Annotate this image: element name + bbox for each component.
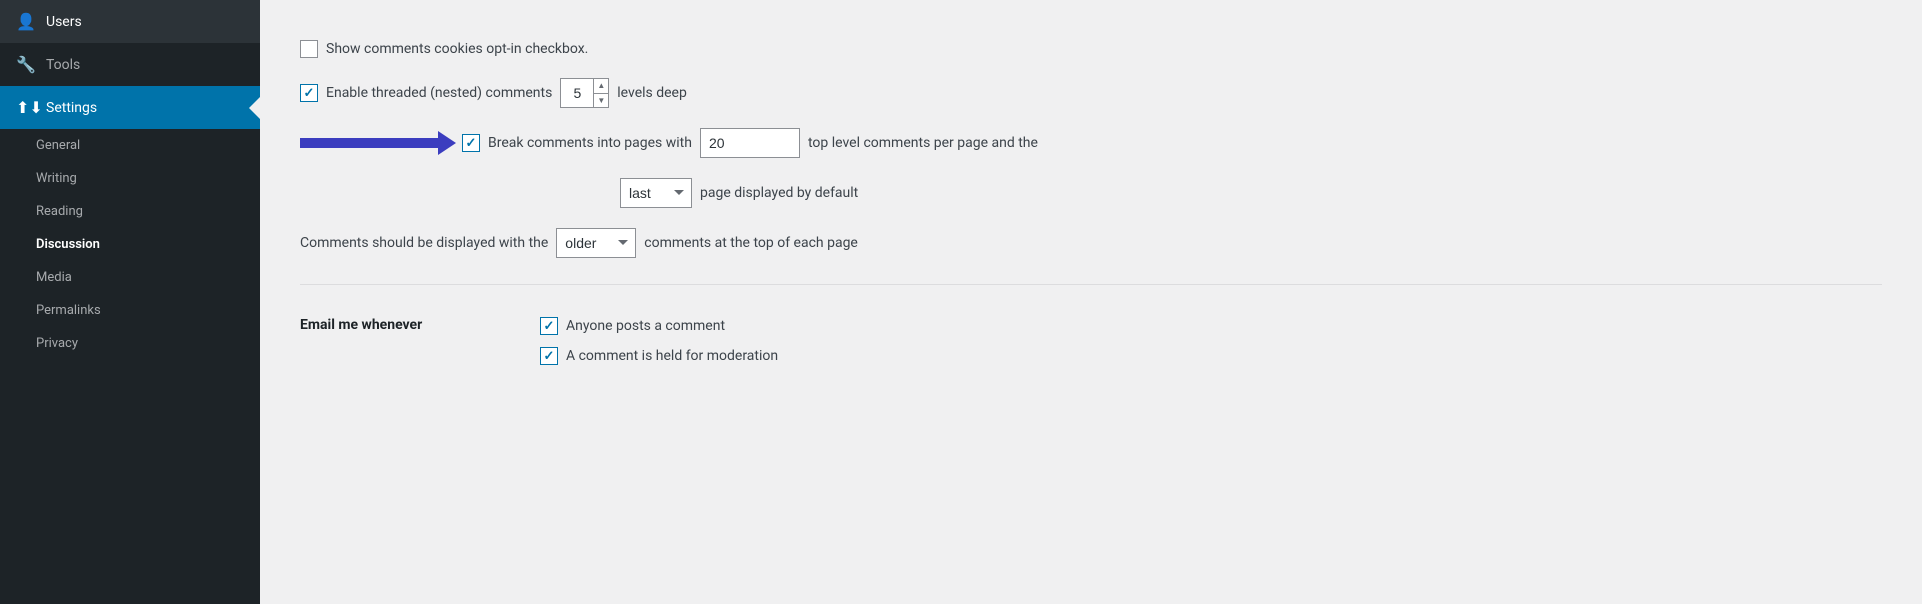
show-comments-cookies-checkbox[interactable] [300, 40, 318, 58]
email-section-items: Anyone posts a comment A comment is held… [540, 317, 778, 365]
held-moderation-checkbox[interactable] [540, 347, 558, 365]
email-section: Email me whenever Anyone posts a comment… [300, 301, 1882, 381]
spinner-arrows: ▲ ▼ [593, 79, 608, 107]
settings-icon: ⬆⬇ [16, 98, 36, 117]
comments-display-label-before: Comments should be displayed with the [300, 235, 548, 251]
sidebar-item-label: Users [46, 14, 82, 30]
sidebar-item-settings[interactable]: ⬆⬇ Settings [0, 86, 260, 129]
sidebar-item-tools[interactable]: 🔧 Tools [0, 43, 260, 86]
row-page-default: last first page displayed by default [300, 168, 1882, 218]
submenu-item-media[interactable]: Media [0, 261, 260, 294]
page-default-select[interactable]: last first [621, 179, 691, 207]
settings-section: Show comments cookies opt-in checkbox. E… [300, 30, 1882, 381]
spinner-up-arrow[interactable]: ▲ [594, 79, 608, 94]
break-comments-input[interactable] [700, 128, 800, 158]
row-break-comments: Break comments into pages with top level… [300, 118, 1882, 168]
submenu-item-writing[interactable]: Writing [0, 162, 260, 195]
show-comments-cookies-label: Show comments cookies opt-in checkbox. [326, 41, 588, 57]
submenu-item-discussion[interactable]: Discussion [0, 228, 260, 261]
comments-display-label-after: comments at the top of each page [644, 235, 858, 251]
main-content: Show comments cookies opt-in checkbox. E… [260, 0, 1922, 604]
sidebar: 👤 Users 🔧 Tools ⬆⬇ Settings General Writ… [0, 0, 260, 604]
row-threaded-comments: Enable threaded (nested) comments ▲ ▼ le… [300, 68, 1882, 118]
threaded-comments-spinner[interactable]: ▲ ▼ [560, 78, 609, 108]
row-comments-display-order: Comments should be displayed with the ol… [300, 218, 1882, 268]
threaded-comments-checkbox[interactable] [300, 84, 318, 102]
submenu-item-reading[interactable]: Reading [0, 195, 260, 228]
blue-arrow-annotation [300, 138, 440, 148]
sidebar-item-label: Tools [46, 57, 80, 73]
break-comments-label-before: Break comments into pages with [488, 135, 692, 151]
break-comments-label-after: top level comments per page and the [808, 135, 1038, 151]
blue-arrow-body [300, 138, 440, 148]
submenu-item-general[interactable]: General [0, 129, 260, 162]
anyone-posts-checkbox[interactable] [540, 317, 558, 335]
page-default-select-wrapper: last first [620, 178, 692, 208]
anyone-posts-label: Anyone posts a comment [566, 318, 725, 334]
email-section-heading: Email me whenever [300, 317, 520, 333]
break-comments-checkbox[interactable] [462, 134, 480, 152]
spinner-down-arrow[interactable]: ▼ [594, 94, 608, 108]
sidebar-item-label: Settings [46, 100, 97, 116]
users-icon: 👤 [16, 12, 36, 31]
page-default-label: page displayed by default [700, 185, 858, 201]
threaded-comments-value[interactable] [561, 85, 593, 101]
section-divider [300, 284, 1882, 285]
row-show-comments-cookies: Show comments cookies opt-in checkbox. [300, 30, 1882, 68]
submenu-item-permalinks[interactable]: Permalinks [0, 294, 260, 327]
blue-arrow-head [438, 131, 456, 155]
submenu-item-privacy[interactable]: Privacy [0, 327, 260, 360]
comments-display-select[interactable]: older newer [556, 228, 636, 258]
sidebar-item-users[interactable]: 👤 Users [0, 0, 260, 43]
email-item-held-moderation: A comment is held for moderation [540, 347, 778, 365]
threaded-comments-label-after: levels deep [617, 85, 687, 101]
held-moderation-label: A comment is held for moderation [566, 348, 778, 364]
email-item-anyone-posts: Anyone posts a comment [540, 317, 778, 335]
threaded-comments-label-before: Enable threaded (nested) comments [326, 85, 552, 101]
tools-icon: 🔧 [16, 55, 36, 74]
settings-submenu: General Writing Reading Discussion Media… [0, 129, 260, 360]
